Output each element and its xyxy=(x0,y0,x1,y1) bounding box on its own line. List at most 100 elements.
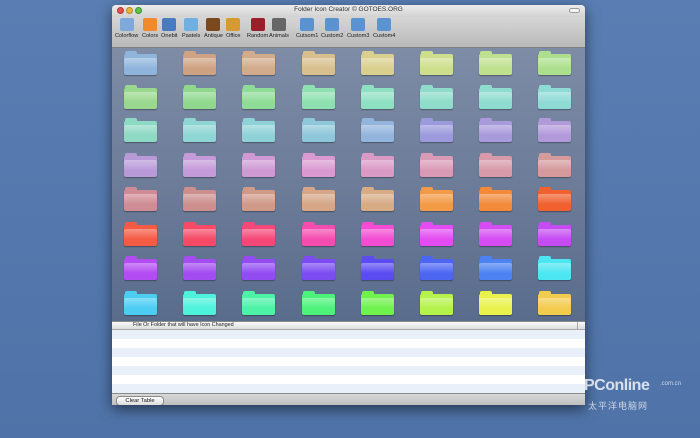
folder-icon[interactable] xyxy=(361,153,394,178)
folder-icon[interactable] xyxy=(420,118,453,143)
folder-icon[interactable] xyxy=(124,118,157,143)
table-row[interactable] xyxy=(112,366,585,375)
watermark-domain: .com.cn xyxy=(660,381,682,387)
folder-icon[interactable] xyxy=(302,85,335,110)
toolbar-item-colorflow[interactable]: Colorflow xyxy=(115,18,138,39)
toolbar-item-label: Antique xyxy=(204,33,223,39)
folder-icon[interactable] xyxy=(479,187,512,212)
folder-icon[interactable] xyxy=(479,118,512,143)
folder-icon[interactable] xyxy=(183,222,216,247)
folder-icon[interactable] xyxy=(420,256,453,281)
folder-icon[interactable] xyxy=(242,118,275,143)
folder-icon xyxy=(325,18,340,31)
folder-icon[interactable] xyxy=(242,85,275,110)
pconline-watermark: PConline .com.cn 太平洋电脑网 xyxy=(580,377,695,422)
folder-icon[interactable] xyxy=(420,85,453,110)
folder-icon[interactable] xyxy=(361,85,394,110)
folder-icon[interactable] xyxy=(242,291,275,316)
toolbar-item-custom2[interactable]: Custom2 xyxy=(321,18,343,39)
table-header[interactable]: File Or Folder that will have Icon Chang… xyxy=(112,322,585,330)
folder-icon[interactable] xyxy=(420,222,453,247)
folder-icon[interactable] xyxy=(538,153,571,178)
folder-icon[interactable] xyxy=(183,153,216,178)
folder-icon[interactable] xyxy=(479,85,512,110)
folder-icon[interactable] xyxy=(242,187,275,212)
table-row[interactable] xyxy=(112,375,585,384)
toolbar-item-antique[interactable]: Antique xyxy=(204,18,223,39)
toolbar-toggle-button[interactable] xyxy=(569,8,580,13)
table-row[interactable] xyxy=(112,330,585,339)
folder-icon[interactable] xyxy=(538,118,571,143)
folder-icon[interactable] xyxy=(183,291,216,316)
folder-icon[interactable] xyxy=(242,153,275,178)
folder-icon[interactable] xyxy=(124,256,157,281)
folder-icon[interactable] xyxy=(361,256,394,281)
folder-icon-grid xyxy=(112,48,585,321)
folder-icon[interactable] xyxy=(538,291,571,316)
column-divider xyxy=(577,322,578,329)
folder-icon[interactable] xyxy=(479,291,512,316)
folder-icon[interactable] xyxy=(361,187,394,212)
folder-icon[interactable] xyxy=(302,118,335,143)
column-header-file[interactable]: File Or Folder that will have Icon Chang… xyxy=(133,322,234,328)
folder-icon xyxy=(351,18,366,31)
toolbar-item-pastels[interactable]: Pastels xyxy=(182,18,200,39)
folder-icon[interactable] xyxy=(479,153,512,178)
toolbar-item-office[interactable]: Office xyxy=(226,18,241,39)
folder-icon[interactable] xyxy=(302,187,335,212)
folder-icon[interactable] xyxy=(479,51,512,76)
folder-icon[interactable] xyxy=(420,153,453,178)
toolbar-item-custom3[interactable]: Custom3 xyxy=(347,18,369,39)
toolbar-item-label: Custom4 xyxy=(373,33,396,39)
table-row[interactable] xyxy=(112,357,585,366)
folder-icon[interactable] xyxy=(124,153,157,178)
folder-icon[interactable] xyxy=(361,51,394,76)
folder-icon[interactable] xyxy=(124,51,157,76)
folder-icon[interactable] xyxy=(538,85,571,110)
title-bar[interactable]: Folder Icon Creator © GOTOES.ORG xyxy=(112,5,585,17)
folder-icon[interactable] xyxy=(124,222,157,247)
folder-icon[interactable] xyxy=(420,187,453,212)
folder-icon[interactable] xyxy=(302,153,335,178)
folder-icon[interactable] xyxy=(538,187,571,212)
folder-icon[interactable] xyxy=(242,256,275,281)
folder-icon[interactable] xyxy=(361,118,394,143)
table-row[interactable] xyxy=(112,348,585,357)
folder-icon[interactable] xyxy=(124,85,157,110)
toolbar-item-label: Cutsom1 xyxy=(296,33,319,39)
toolbar-item-random[interactable]: Random xyxy=(247,18,268,39)
folder-icon[interactable] xyxy=(183,256,216,281)
folder-icon[interactable] xyxy=(124,291,157,316)
folder-icon[interactable] xyxy=(302,222,335,247)
folder-icon[interactable] xyxy=(124,187,157,212)
folder-icon[interactable] xyxy=(538,256,571,281)
folder-icon[interactable] xyxy=(361,222,394,247)
folder-icon[interactable] xyxy=(183,118,216,143)
file-table[interactable]: File Or Folder that will have Icon Chang… xyxy=(112,321,585,394)
toolbar-item-label: Colors xyxy=(142,33,159,39)
toolbar-item-custom4[interactable]: Custom4 xyxy=(373,18,395,39)
folder-icon[interactable] xyxy=(302,51,335,76)
toolbar-item-onebit[interactable]: Onebit xyxy=(161,18,177,39)
folder-icon[interactable] xyxy=(538,51,571,76)
table-row[interactable] xyxy=(112,339,585,348)
folder-icon[interactable] xyxy=(242,51,275,76)
folder-icon[interactable] xyxy=(183,51,216,76)
folder-icon[interactable] xyxy=(302,291,335,316)
folder-icon[interactable] xyxy=(479,222,512,247)
toolbar-item-colors[interactable]: Colors xyxy=(142,18,158,39)
folder-icon[interactable] xyxy=(361,291,394,316)
folder-icon[interactable] xyxy=(302,256,335,281)
folder-icon[interactable] xyxy=(420,291,453,316)
clear-table-button[interactable]: Clear Table xyxy=(116,396,164,405)
folder-icon[interactable] xyxy=(242,222,275,247)
toolbar: Colorflow Colors Onebit Pastels Antique Offic… xyxy=(112,17,585,48)
table-row[interactable] xyxy=(112,384,585,393)
toolbar-item-cutsom1[interactable]: Cutsom1 xyxy=(296,18,318,39)
folder-icon[interactable] xyxy=(538,222,571,247)
folder-icon[interactable] xyxy=(183,85,216,110)
folder-icon[interactable] xyxy=(479,256,512,281)
folder-icon[interactable] xyxy=(183,187,216,212)
folder-icon[interactable] xyxy=(420,51,453,76)
toolbar-item-animals[interactable]: Animals xyxy=(269,18,289,39)
